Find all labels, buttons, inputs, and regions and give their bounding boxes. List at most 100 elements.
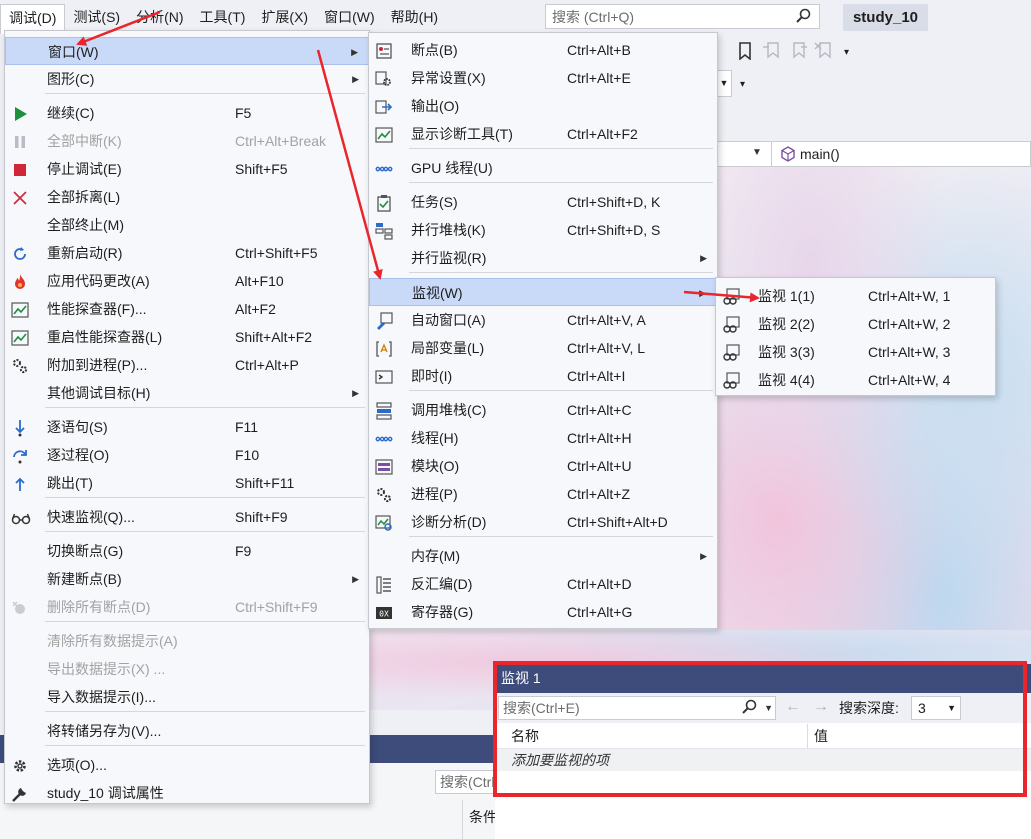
debug-menu-item-21[interactable]: 导出数据提示(X) ... [5, 655, 369, 683]
window-menu-item-18[interactable]: 反汇编(D) Ctrl+Alt+D [369, 570, 717, 598]
search-next-icon[interactable]: → [813, 698, 829, 716]
window-menu-item-label: 自动窗口(A) [411, 312, 486, 328]
menu-extensions[interactable]: 扩展(X) [253, 4, 316, 30]
watch-menu-item-3[interactable]: 监视 4(4) Ctrl+Alt+W, 4 [716, 366, 995, 394]
column-condition[interactable]: 条件 [462, 800, 495, 839]
window-menu-item-4[interactable]: GPU 线程(U) [369, 154, 717, 182]
window-menu-item-15[interactable]: 进程(P) Ctrl+Alt+Z [369, 480, 717, 508]
project-name-badge[interactable]: study_10 [843, 4, 928, 31]
window-menu-item-17[interactable]: 内存(M) ▶ [369, 542, 717, 570]
bookmark-prev-icon[interactable] [762, 42, 782, 60]
debug-menu-item-13[interactable]: 逐语句(S) F11 [5, 413, 369, 441]
window-menu-item-9[interactable]: 自动窗口(A) Ctrl+Alt+V, A [369, 306, 717, 334]
exception-icon [375, 69, 393, 87]
menu-tools[interactable]: 工具(T) [192, 4, 254, 30]
bookmark-clear-icon[interactable] [814, 42, 834, 60]
function-dropdown[interactable]: main() [771, 141, 1031, 167]
debug-menu-item-18[interactable]: 新建断点(B) ▶ [5, 565, 369, 593]
submenu-arrow-icon: ▶ [700, 551, 707, 561]
debug-menu-item-2[interactable]: 继续(C) F5 [5, 99, 369, 127]
debug-menu-item-19[interactable]: 删除所有断点(D) Ctrl+Shift+F9 [5, 593, 369, 621]
watch-menu-item-1[interactable]: 监视 2(2) Ctrl+Alt+W, 2 [716, 310, 995, 338]
search-depth-select[interactable]: 3 ▼ [911, 696, 961, 720]
window-menu-item-label: 断点(B) [411, 42, 458, 58]
window-menu-item-16[interactable]: 诊断分析(D) Ctrl+Shift+Alt+D [369, 508, 717, 536]
debug-menu-item-0[interactable]: 窗口(W) ▶ [5, 37, 369, 65]
window-menu-item-1[interactable]: 异常设置(X) Ctrl+Alt+E [369, 64, 717, 92]
window-menu-item-10[interactable]: 局部变量(L) Ctrl+Alt+V, L [369, 334, 717, 362]
debug-menu-item-3[interactable]: 全部中断(K) Ctrl+Alt+Break [5, 127, 369, 155]
menu-test[interactable]: 测试(S) [65, 4, 128, 30]
global-search-input[interactable]: 搜索 (Ctrl+Q) [545, 4, 820, 29]
debug-menu-item-6[interactable]: 全部终止(M) [5, 211, 369, 239]
flame-icon [11, 272, 29, 290]
menu-separator [45, 93, 365, 94]
window-menu-item-shortcut: Ctrl+Alt+F2 [567, 126, 638, 142]
window-menu-item-12[interactable]: 调用堆栈(C) Ctrl+Alt+C [369, 396, 717, 424]
column-value[interactable]: 值 [814, 724, 828, 749]
immediate-icon [375, 367, 393, 385]
debug-menu-item-9[interactable]: 性能探查器(F)... Alt+F2 [5, 295, 369, 323]
watch-search-input[interactable]: 搜索(Ctrl+E) ▼ [498, 696, 776, 720]
task-icon [375, 193, 393, 212]
debug-menu-item-16[interactable]: 快速监视(Q)... Shift+F9 [5, 503, 369, 531]
window-menu-item-7[interactable]: 并行监视(R) ▶ [369, 244, 717, 272]
debug-menu-item-25[interactable]: study_10 调试属性 [5, 779, 369, 807]
menu-help[interactable]: 帮助(H) [383, 4, 446, 30]
column-divider[interactable] [807, 724, 808, 749]
window-menu-item-shortcut: Ctrl+Alt+E [567, 70, 631, 86]
debug-menu-item-23[interactable]: 将转储另存为(V)... [5, 717, 369, 745]
search-prev-icon[interactable]: ← [785, 698, 801, 716]
cube-icon [781, 146, 795, 162]
debug-menu-item-17[interactable]: 切换断点(G) F9 [5, 537, 369, 565]
window-menu-item-5[interactable]: 任务(S) Ctrl+Shift+D, K [369, 188, 717, 216]
debug-menu-item-12[interactable]: 其他调试目标(H) ▶ [5, 379, 369, 407]
debug-menu-item-10[interactable]: 重启性能探查器(L) Shift+Alt+F2 [5, 323, 369, 351]
watch-menu-item-2[interactable]: 监视 3(3) Ctrl+Alt+W, 3 [716, 338, 995, 366]
watch-menu-item-0[interactable]: 监视 1(1) Ctrl+Alt+W, 1 [716, 282, 995, 310]
window-menu-item-13[interactable]: 线程(H) Ctrl+Alt+H [369, 424, 717, 452]
bookmark-next-icon[interactable] [788, 42, 808, 60]
bookmark-icon[interactable] [738, 42, 752, 60]
menu-debug[interactable]: 调试(D) [0, 3, 66, 34]
breakpoints-search-input[interactable]: 搜索(Ctrl [435, 770, 495, 794]
window-menu-item-6[interactable]: 并行堆栈(K) Ctrl+Shift+D, S [369, 216, 717, 244]
debug-menu-item-label: 应用代码更改(A) [47, 273, 150, 289]
window-menu-item-shortcut: Ctrl+Alt+B [567, 42, 631, 58]
debug-menu-item-4[interactable]: 停止调试(E) Shift+F5 [5, 155, 369, 183]
diagnostic-icon [375, 125, 393, 143]
window-menu-item-11[interactable]: 即时(I) Ctrl+Alt+I [369, 362, 717, 390]
chevron-down-icon[interactable]: ▼ [764, 697, 773, 719]
window-menu-item-19[interactable]: 0X 寄存器(G) Ctrl+Alt+G [369, 598, 717, 626]
submenu-arrow-icon: ▶ [699, 288, 706, 298]
menu-window[interactable]: 窗口(W) [316, 4, 383, 30]
debug-menu-item-7[interactable]: 重新启动(R) Ctrl+Shift+F5 [5, 239, 369, 267]
debug-menu-item-8[interactable]: 应用代码更改(A) Alt+F10 [5, 267, 369, 295]
chart-icon [11, 300, 29, 318]
config-dropdown-arrow[interactable]: ▼ [716, 70, 732, 97]
window-menu-item-14[interactable]: 模块(O) Ctrl+Alt+U [369, 452, 717, 480]
debug-menu-item-22[interactable]: 导入数据提示(I)... [5, 683, 369, 711]
toolbar-overflow-icon-2[interactable]: ▾ [740, 79, 745, 90]
pause-icon [11, 132, 29, 150]
watch-add-row[interactable]: 添加要监视的项 [495, 749, 1031, 771]
window-menu-item-8[interactable]: 监视(W) ▶ [369, 278, 717, 306]
debug-menu-item-shortcut: Alt+F10 [235, 273, 284, 289]
nav-dropdown-arrow[interactable]: ▼ [752, 147, 762, 158]
toolbar-overflow-icon[interactable]: ▾ [844, 47, 849, 58]
debug-menu-item-11[interactable]: 附加到进程(P)... Ctrl+Alt+P [5, 351, 369, 379]
debug-menu-item-15[interactable]: 跳出(T) Shift+F11 [5, 469, 369, 497]
window-menu-item-3[interactable]: 显示诊断工具(T) Ctrl+Alt+F2 [369, 120, 717, 148]
menu-separator [409, 390, 713, 391]
watch-icon [722, 371, 740, 389]
menu-analyze[interactable]: 分析(N) [128, 4, 191, 30]
watch-panel-title[interactable]: 监视 1 [495, 664, 1031, 693]
window-menu-item-0[interactable]: 断点(B) Ctrl+Alt+B [369, 36, 717, 64]
debug-menu-item-14[interactable]: 逐过程(O) F10 [5, 441, 369, 469]
column-name[interactable]: 名称 [511, 724, 539, 749]
debug-menu-item-5[interactable]: 全部拆离(L) [5, 183, 369, 211]
debug-menu-item-20[interactable]: 清除所有数据提示(A) [5, 627, 369, 655]
debug-menu-item-24[interactable]: 选项(O)... [5, 751, 369, 779]
debug-menu-item-1[interactable]: 图形(C) ▶ [5, 65, 369, 93]
window-menu-item-2[interactable]: 输出(O) [369, 92, 717, 120]
